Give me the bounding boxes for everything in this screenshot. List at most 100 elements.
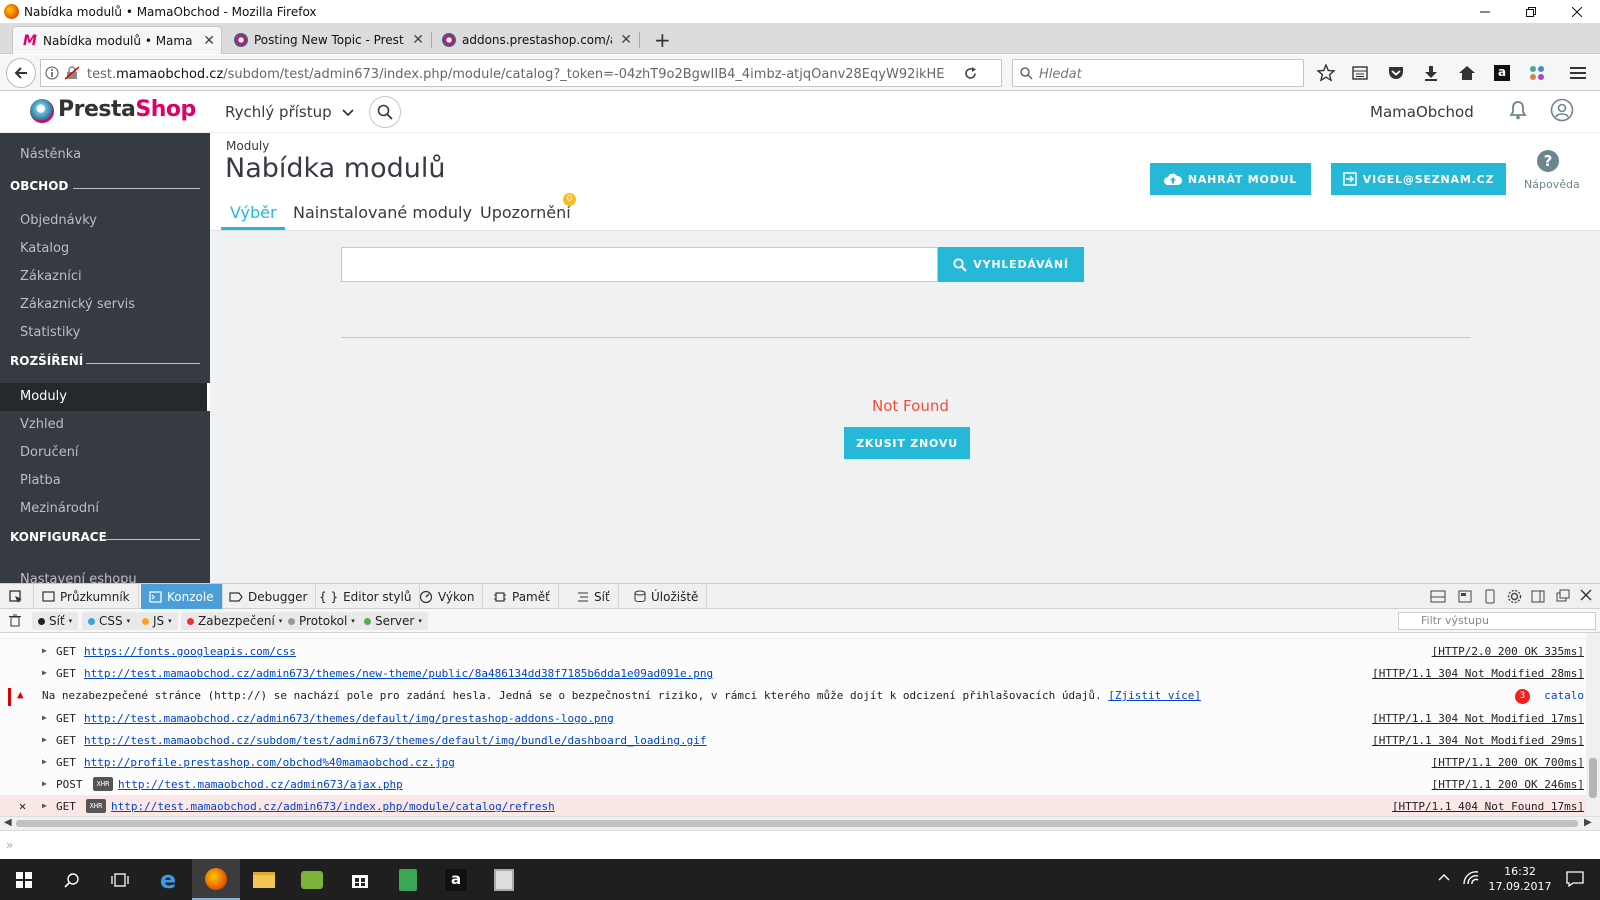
upload-module-button[interactable]: NAHRÁT MODUL xyxy=(1150,163,1311,195)
sidebar-item-customer-service[interactable]: Zákaznický servis xyxy=(20,297,135,312)
devtools-tab-console[interactable]: Konzole xyxy=(141,584,223,609)
request-status[interactable]: [HTTP/1.1 304 Not Modified 28ms] xyxy=(1372,667,1584,680)
network-wifi-icon[interactable] xyxy=(1462,870,1480,886)
retry-button[interactable]: ZKUSIT ZNOVU xyxy=(844,427,970,459)
console-row-warning[interactable]: ▲ Na nezabezpečené stránce (http://) se … xyxy=(0,684,1588,706)
filter-logging[interactable]: Protokol ▾ xyxy=(282,612,361,630)
console-row[interactable]: ▶ GET http://test.mamaobchod.cz/subdom/t… xyxy=(0,729,1588,751)
console-row[interactable]: ▶ GET http://profile.prestashop.com/obch… xyxy=(0,751,1588,773)
taskbar-file-explorer[interactable] xyxy=(240,859,288,900)
addon-puzzle-icon[interactable] xyxy=(1527,63,1547,83)
dock-right-icon[interactable] xyxy=(1531,590,1545,603)
request-status[interactable]: [HTTP/1.1 304 Not Modified 17ms] xyxy=(1372,712,1584,725)
request-url-link[interactable]: http://test.mamaobchod.cz/admin673/theme… xyxy=(84,667,713,680)
sidebar-item-stats[interactable]: Statistiky xyxy=(20,325,80,340)
sidebar-item-international[interactable]: Mezinárodní xyxy=(20,501,99,516)
scroll-thumb[interactable] xyxy=(1589,758,1597,798)
taskbar-search-button[interactable] xyxy=(48,859,96,900)
filter-js[interactable]: JS ▾ xyxy=(136,612,178,630)
home-icon[interactable] xyxy=(1457,63,1477,83)
taskbar-app[interactable] xyxy=(480,859,528,900)
taskbar-cloud-app[interactable] xyxy=(288,859,336,900)
request-url-link[interactable]: http://test.mamaobchod.cz/subdom/test/ad… xyxy=(84,734,707,747)
close-tab-icon[interactable]: ✕ xyxy=(203,33,215,49)
request-url-link[interactable]: http://profile.prestashop.com/obchod%40m… xyxy=(84,756,455,769)
breadcrumb[interactable]: Moduly xyxy=(226,139,269,153)
task-view-button[interactable] xyxy=(96,859,144,900)
info-icon[interactable] xyxy=(45,66,59,80)
hamburger-menu-icon[interactable] xyxy=(1568,63,1588,83)
minimize-button[interactable] xyxy=(1462,0,1508,24)
pocket-icon[interactable] xyxy=(1386,63,1406,83)
request-status[interactable]: [HTTP/1.1 304 Not Modified 29ms] xyxy=(1372,734,1584,747)
sidebar-item-payment[interactable]: Platba xyxy=(20,473,61,488)
restore-button[interactable] xyxy=(1508,0,1554,24)
devtools-tab-network[interactable]: Síť xyxy=(569,584,619,609)
browser-tab-addons[interactable]: addons.prestashop.com/adr ✕ xyxy=(432,26,638,54)
tab-installed-modules[interactable]: Nainstalované moduly xyxy=(293,203,472,222)
insecure-lock-icon[interactable] xyxy=(65,66,79,80)
action-center-icon[interactable] xyxy=(1566,871,1584,887)
start-button[interactable] xyxy=(0,859,48,900)
console-row[interactable]: ▶ GET https://fonts.googleapis.com/css [… xyxy=(0,640,1588,662)
tab-notifications[interactable]: Upozornění xyxy=(480,203,571,222)
sidebar-item-orders[interactable]: Objednávky xyxy=(20,213,97,228)
sidebar-item-customers[interactable]: Zákazníci xyxy=(20,269,82,284)
amazon-addon-icon[interactable]: a xyxy=(1492,63,1512,83)
request-status[interactable]: [HTTP/1.1 200 OK 246ms] xyxy=(1432,778,1584,791)
sidebar-item-dashboard[interactable]: Nástěnka xyxy=(20,147,81,162)
filter-css[interactable]: CSS ▾ xyxy=(82,612,137,630)
tray-chevron-up-icon[interactable] xyxy=(1438,873,1450,881)
addons-account-button[interactable]: VIGEL@SEZNAM.CZ xyxy=(1331,163,1506,195)
dock-side-icon[interactable] xyxy=(1430,590,1446,603)
taskbar-clock[interactable]: 16:32 17.09.2017 xyxy=(1480,864,1560,894)
taskbar-firefox[interactable] xyxy=(192,859,240,900)
responsive-design-icon[interactable] xyxy=(1484,589,1496,604)
trash-icon[interactable] xyxy=(9,614,21,627)
web-search-input[interactable]: Hledat xyxy=(1012,59,1304,87)
header-search-button[interactable] xyxy=(369,96,401,128)
module-search-button[interactable]: VYHLEDÁVÁNÍ xyxy=(938,247,1084,282)
help-button[interactable]: ? Nápověda xyxy=(1524,150,1580,191)
devtools-tab-style-editor[interactable]: { } Editor stylů xyxy=(311,584,421,609)
downloads-icon[interactable] xyxy=(1421,63,1441,83)
bookmark-star-icon[interactable] xyxy=(1316,63,1336,83)
shop-name-link[interactable]: MamaObchod xyxy=(1370,103,1474,121)
browser-tab-posting[interactable]: Posting New Topic - PrestaS ✕ xyxy=(224,26,430,54)
console-input[interactable]: » xyxy=(0,830,1600,860)
sidebar-item-catalog[interactable]: Katalog xyxy=(20,241,69,256)
browser-tab-modules[interactable]: M Nabídka modulů • MamaOb ✕ xyxy=(12,26,222,54)
console-vertical-scrollbar[interactable] xyxy=(1586,633,1600,816)
devtools-tab-inspector[interactable]: Průzkumník xyxy=(34,584,139,609)
close-window-button[interactable] xyxy=(1554,0,1600,24)
sidebar-item-design[interactable]: Vzhled xyxy=(20,417,64,432)
sidebar-item-shop-parameters[interactable]: Nastavení eshopu xyxy=(20,572,137,583)
filter-server[interactable]: Server ▾ xyxy=(358,612,428,630)
tab-selection[interactable]: Výběr xyxy=(230,203,277,222)
console-filter-input[interactable]: Filtr výstupu xyxy=(1398,612,1596,630)
reload-icon[interactable] xyxy=(963,66,978,81)
request-url-link[interactable]: http://test.mamaobchod.cz/admin673/index… xyxy=(111,800,555,813)
taskbar-store[interactable] xyxy=(336,859,384,900)
sidebar-item-shipping[interactable]: Doručení xyxy=(20,445,79,460)
source-link[interactable]: catalo xyxy=(1544,689,1584,702)
request-status[interactable]: [HTTP/1.1 404 Not Found 17ms] xyxy=(1392,800,1584,813)
console-row[interactable]: ▶ GET http://test.mamaobchod.cz/admin673… xyxy=(0,707,1588,729)
new-tab-icon[interactable]: + xyxy=(654,28,671,52)
back-button[interactable] xyxy=(6,58,36,88)
url-bar[interactable]: test.mamaobchod.cz/subdom/test/admin673/… xyxy=(40,59,1002,87)
scroll-thumb[interactable] xyxy=(16,820,1578,827)
prestashop-logo[interactable]: PrestaShop xyxy=(58,97,196,122)
sidebar-item-modules[interactable]: Moduly xyxy=(0,383,210,411)
bookmarks-list-icon[interactable] xyxy=(1350,63,1370,83)
filter-network[interactable]: Síť ▾ xyxy=(32,612,79,630)
filter-security[interactable]: Zabezpečení ▾ xyxy=(181,612,289,630)
quick-access-menu[interactable]: Rychlý přístup xyxy=(225,103,355,121)
devtools-tab-debugger[interactable]: Debugger xyxy=(221,584,317,609)
console-row-error[interactable]: ✕ ▶ GET XHR http://test.mamaobchod.cz/ad… xyxy=(0,795,1588,816)
taskbar-amazon[interactable]: a xyxy=(432,859,480,900)
close-devtools-icon[interactable] xyxy=(1580,589,1592,601)
close-tab-icon[interactable]: ✕ xyxy=(412,32,424,48)
request-url-link[interactable]: http://test.mamaobchod.cz/admin673/theme… xyxy=(84,712,614,725)
close-tab-icon[interactable]: ✕ xyxy=(620,32,632,48)
